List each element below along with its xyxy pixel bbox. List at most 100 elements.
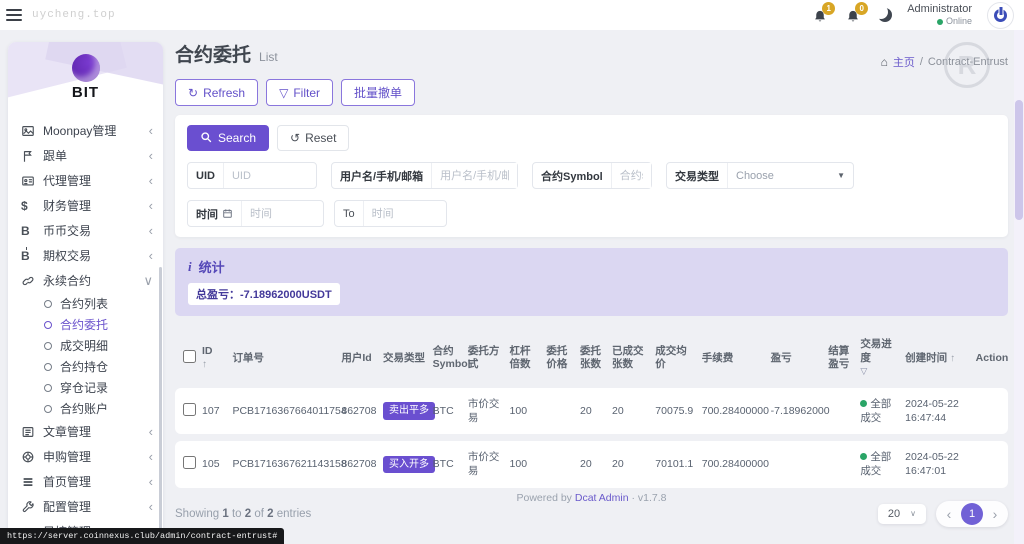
row-checkbox[interactable] [183,455,196,469]
currency-b-icon: B [21,223,30,238]
sidebar-subitem-contract-account[interactable]: 合约账户 [8,398,163,419]
user-menu[interactable]: Administrator Online [907,3,972,27]
sidebar-item-agent[interactable]: 代理管理 ‹ [8,168,163,193]
col-progress[interactable]: 交易进度 ▽ [857,336,902,381]
sidebar-subitem-contract-entrust[interactable]: 合约委托 [8,314,163,335]
chevron-down-icon: ∨ [143,272,153,288]
notification-bell-icon[interactable]: 1 [812,2,836,24]
col-action: Action [975,351,1009,364]
sidebar-subitem-contract-list[interactable]: 合约列表 [8,293,163,314]
scrollbar-thumb[interactable] [1015,100,1023,220]
toolbar: ↻ Refresh ▽ Filter 批量撤单 [175,79,1008,106]
time-from-group: 时间 [187,200,324,227]
avatar[interactable] [987,1,1014,29]
calendar-icon [223,209,232,218]
sidebar-item-homepage[interactable]: 首页管理 ‹ [8,469,163,494]
sidebar-item-articles[interactable]: 文章管理 ‹ [8,419,163,444]
flag-icon [21,149,43,163]
symbol-label: 合约Symbol [533,163,612,188]
sidebar-item-finance[interactable]: $ 财务管理 ‹ [8,193,163,218]
col-id[interactable]: ID ↑ [199,336,229,381]
refresh-button[interactable]: ↻ Refresh [175,79,259,106]
chevron-icon: ‹ [148,424,153,439]
trade-type-label: 交易类型 [667,163,728,188]
breadcrumb-current: Contract-Entrust [927,56,1008,68]
col-fee: 手续费 [701,351,734,364]
progress-dot-icon [860,399,868,407]
trade-type-select[interactable]: Choose ▼ [728,163,853,188]
message-bell-icon[interactable]: 0 [845,2,869,24]
chevron-icon: ‹ [148,499,153,514]
col-entrust-count: 委托张数 [580,344,602,371]
sidebar-scrollbar[interactable] [159,267,162,532]
life-ring-icon [21,450,43,464]
pagination: ‹ 1 › [936,500,1008,527]
sidebar-item-copy-trade[interactable]: 跟单 ‹ [8,143,163,168]
col-pnl: 盈亏 [770,351,792,364]
refresh-icon: ↻ [188,85,199,100]
search-button[interactable]: Search [187,125,270,151]
sidebar-item-options[interactable]: B 期权交易 ‹ [8,243,163,268]
col-settle-pnl: 结算盈亏 [828,344,850,371]
time-to-input[interactable] [363,201,439,226]
col-created-at[interactable]: 创建时间 ↑ [902,336,972,381]
chevron-icon: ‹ [148,223,153,238]
id-card-icon [21,174,43,188]
filter-button[interactable]: ▽ Filter [266,79,333,106]
user-name: Administrator [907,3,972,15]
sidebar-subitem-contract-position[interactable]: 合约持仓 [8,356,163,377]
dark-mode-icon[interactable] [878,8,892,22]
batch-cancel-button[interactable]: 批量撤单 [341,79,416,106]
select-all-checkbox[interactable] [183,349,196,363]
next-page-button[interactable]: › [985,504,1005,524]
chevron-icon: ‹ [148,248,153,263]
trade-type-badge: 买入开多 [383,455,436,474]
time-to-group: To [334,200,447,227]
row-checkbox[interactable] [183,402,196,416]
menu-toggle-icon[interactable] [6,9,22,21]
uid-input[interactable] [223,163,312,188]
col-leverage: 杠杆倍数 [509,344,531,371]
sidebar-item-config[interactable]: 配置管理 ‹ [8,494,163,519]
sidebar-subitem-trade-detail[interactable]: 成交明细 [8,335,163,356]
sidebar-item-moonpay[interactable]: Moonpay管理 ‹ [8,118,163,143]
chevron-icon: ‹ [148,198,153,213]
bullet-icon [44,362,52,371]
breadcrumb-home-link[interactable]: 主页 [893,54,915,70]
username-filter-group: 用户名/手机/邮箱 [331,162,518,189]
bars-icon [21,475,43,489]
symbol-input[interactable] [611,163,651,188]
bullet-icon [44,341,52,350]
reset-button[interactable]: ↺ Reset [277,125,350,151]
dcat-admin-link[interactable]: Dcat Admin [575,492,629,504]
col-entrust-price: 委托价格 [546,344,568,371]
sidebar-item-perpetual[interactable]: 永续合约 ∨ [8,268,163,293]
current-page-button[interactable]: 1 [961,502,983,525]
trade-type-filter-group: 交易类型 Choose ▼ [666,162,854,189]
uid-filter-group: UID [187,162,317,189]
sidebar-item-subscription[interactable]: 申购管理 ‹ [8,444,163,469]
page-scrollbar[interactable] [1014,30,1024,544]
col-trade-type: 交易类型 [383,351,426,364]
uid-label: UID [188,163,224,188]
status-url-tooltip: https://server.coinnexus.club/admin/cont… [0,528,285,544]
link-icon [21,274,43,288]
column-filter-icon: ▽ [860,366,868,377]
sidebar-subitem-liquidation-record[interactable]: 穿仓记录 [8,377,163,398]
select-caret-icon: ∨ [910,509,916,519]
chevron-icon: ‹ [148,449,153,464]
username-input[interactable] [432,163,517,188]
page-title: 合约委托 [175,45,252,66]
table-header-row: ID ↑ 订单号 用户Id 交易类型 合约Symbol 委托方式 杠杆倍数 委托价… [175,336,1008,381]
time-label: 时间 [188,201,242,226]
sidebar-item-spot-trade[interactable]: B 币币交易 ‹ [8,218,163,243]
sort-asc-icon: ↑ [950,352,956,364]
article-icon [21,425,43,439]
time-from-input[interactable] [242,201,317,226]
entries-summary: Showing 1 to 2 of 2 entries [175,507,312,520]
breadcrumb: ⌂ 主页 / Contract-Entrust [881,54,1008,70]
message-badge: 0 [855,2,869,15]
per-page-select[interactable]: 20 ∨ [877,503,926,524]
prev-page-button[interactable]: ‹ [939,504,959,524]
main-content: 合约委托 List ⌂ 主页 / Contract-Entrust R ↻ Re… [175,40,1008,527]
